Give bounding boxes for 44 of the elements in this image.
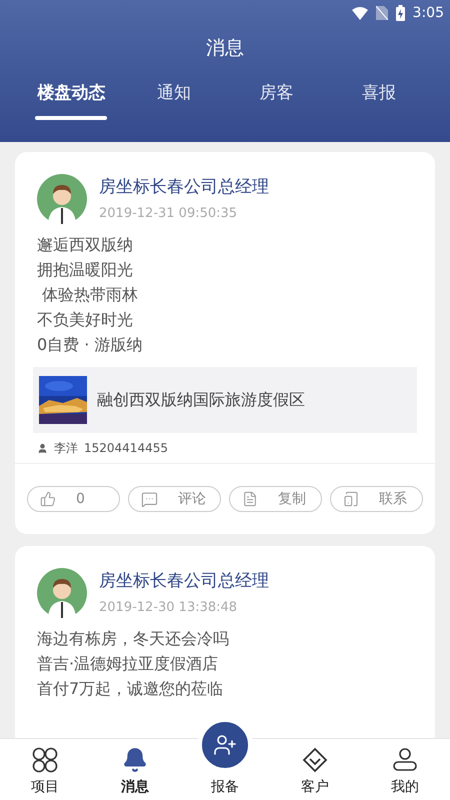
post-time: 2019-12-30 13:38:48 [99, 599, 238, 617]
tab[interactable]: 楼盘动态 [20, 80, 122, 120]
nav-item[interactable]: 我的 [360, 739, 450, 800]
grid-icon [32, 747, 58, 773]
person-icon [37, 442, 48, 454]
post-text: 不负美好时光 [37, 309, 134, 331]
avatar-icon [37, 568, 87, 618]
post-text: 拥抱温暖阳光 [37, 259, 134, 281]
tab[interactable]: 通知 [122, 80, 225, 120]
document-icon [242, 491, 258, 507]
diamond-icon [302, 747, 328, 773]
nav-item[interactable]: 报备 [180, 712, 270, 800]
phone-icon [343, 491, 359, 507]
no-sim-icon [376, 6, 388, 20]
author-name: 房坐标长春公司总经理 [99, 176, 269, 198]
post-text: 海边有栋房，冬天还会冷吗 [37, 628, 230, 650]
clock: 3:05 [412, 4, 444, 22]
post-text: 首付7万起，诚邀您的莅临 [37, 678, 224, 700]
tab[interactable]: 房客 [225, 80, 328, 120]
author-name: 房坐标长春公司总经理 [99, 570, 269, 592]
contact-phone: 15204414455 [84, 440, 168, 457]
nav-item[interactable]: 客户 [270, 739, 360, 800]
battery-icon [396, 5, 405, 21]
page-title: 消息 [206, 36, 244, 61]
contact-name: 李洋 [54, 440, 78, 457]
project-link[interactable]: 融创西双版纳国际旅游度假区 [33, 367, 417, 433]
nav-item[interactable]: 消息 [90, 739, 180, 800]
post-text: 邂逅西双版纳 [37, 234, 134, 256]
post-time: 2019-12-31 09:50:35 [99, 205, 238, 223]
post-text: 0自费 · 游版纳 [37, 334, 144, 356]
avatar-icon [37, 174, 87, 224]
post-text: 体验热带雨林 [41, 284, 140, 306]
comment-button[interactable]: 评论 [128, 486, 221, 512]
wifi-icon [352, 6, 368, 20]
contact-button[interactable]: 联系 [330, 486, 423, 512]
like-button[interactable]: 0 [27, 486, 120, 512]
tab[interactable]: 喜报 [328, 80, 430, 120]
bell-icon [122, 747, 148, 773]
nav-item[interactable]: 项目 [0, 739, 90, 800]
comment-icon [141, 490, 158, 508]
user-icon [392, 747, 418, 773]
thumbs-up-icon [40, 491, 56, 507]
copy-button[interactable]: 复制 [229, 486, 322, 512]
post-text: 普吉·温德姆拉亚度假酒店 [37, 653, 220, 675]
